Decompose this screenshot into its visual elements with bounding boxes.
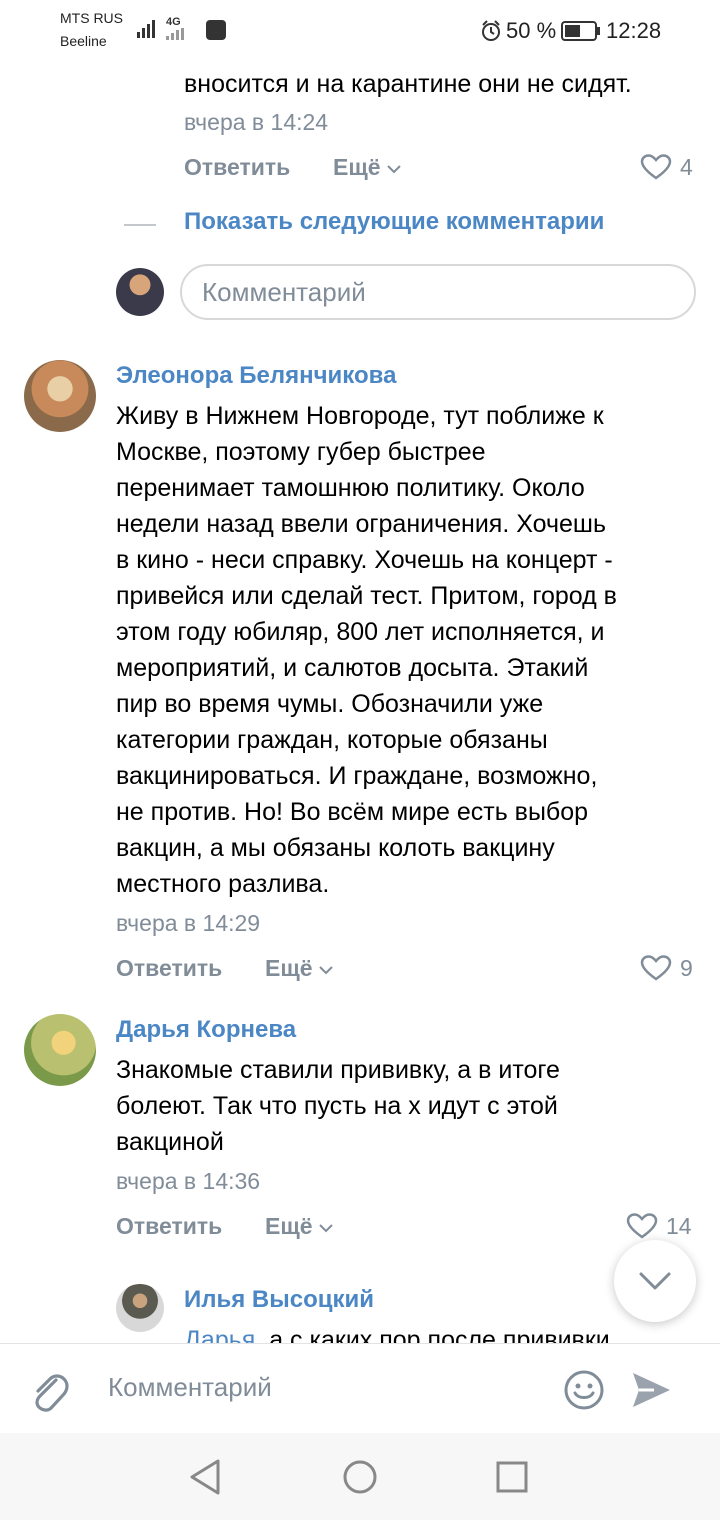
reply-text: Дарья, а с каких пор после прививки (184, 1322, 674, 1343)
comment-line: категории граждан, которые обязаны (116, 726, 548, 754)
more-label: Ещё (265, 955, 313, 981)
system-nav-bar (0, 1433, 720, 1520)
reply-button[interactable]: Ответить (116, 955, 222, 982)
avatar[interactable] (24, 1014, 96, 1086)
comment-line: мероприятий, и салютов досыта. Этакий (116, 654, 589, 682)
battery-percent: 50 % (506, 18, 557, 43)
like-count: 4 (680, 153, 693, 180)
comment-line: болеют. Так что пусть на х идут с этой (116, 1092, 558, 1120)
comment-text: Живу в Нижнем Новгороде, тут поближе к М… (116, 398, 617, 902)
like-button[interactable]: 4 (640, 153, 693, 181)
comment-time: вчера в 14:29 (116, 910, 261, 936)
comment-line: местного разлива. (116, 870, 330, 898)
comment-input[interactable]: Комментарий (108, 1372, 272, 1403)
reply-button[interactable]: Ответить (184, 154, 290, 181)
send-icon[interactable] (630, 1370, 672, 1410)
comment-line: этом году юбиляр, 800 лет исполняется, и (116, 618, 605, 646)
network-type: 4G (166, 16, 181, 28)
heart-icon (640, 154, 672, 180)
like-count: 9 (680, 954, 693, 981)
comment-line: перенимает тамошнюю политику. Около (116, 474, 585, 502)
comment-author[interactable]: Элеонора Белянчикова (116, 362, 396, 390)
clock: 12:28 (606, 18, 662, 43)
comment-composer: Комментарий (0, 1343, 720, 1434)
thread-comment-input[interactable]: Комментарий (180, 264, 696, 320)
comment-time: вчера в 14:36 (116, 1168, 261, 1194)
signal-2-icon (166, 28, 184, 40)
emoji-icon[interactable] (562, 1368, 606, 1412)
comment-line: в кино - неси справку. Хочешь на концерт… (116, 546, 613, 574)
chevron-down-icon (639, 1272, 671, 1290)
thread-line (124, 224, 156, 226)
heart-icon (626, 1213, 658, 1239)
heart-icon (640, 955, 672, 981)
alarm-icon (482, 20, 500, 41)
comment-line: вакциной (116, 1128, 224, 1156)
comment-line: не против. Но! Во всём мире есть выбор (116, 798, 589, 826)
reply-text-body: , а с каких пор после прививки (255, 1326, 610, 1343)
more-button[interactable]: Ещё (265, 1213, 333, 1240)
signal-icon (137, 20, 155, 38)
comment-author[interactable]: Дарья Корнева (116, 1016, 296, 1044)
more-button[interactable]: Ещё (265, 955, 333, 982)
my-avatar (116, 268, 164, 316)
comment-text-tail: вносится и на карантине они не сидят. (184, 70, 632, 98)
reply-button[interactable]: Ответить (116, 1213, 222, 1240)
carrier-1: MTS RUS (60, 10, 123, 26)
reply-author[interactable]: Илья Высоцкий (184, 1286, 374, 1314)
more-button[interactable]: Ещё (333, 154, 401, 181)
battery-icon (561, 21, 600, 41)
like-count: 14 (666, 1212, 692, 1239)
like-button[interactable]: 14 (626, 1212, 692, 1240)
reply-avatar[interactable] (116, 1284, 164, 1332)
comment-time: вчера в 14:24 (184, 109, 329, 135)
back-icon[interactable] (188, 1457, 222, 1497)
comment-line: вакцинироваться. И граждане, возможно, (116, 762, 598, 790)
chevron-down-icon (387, 165, 401, 174)
clip-icon[interactable] (26, 1368, 72, 1414)
show-more-comments-link[interactable]: Показать следующие комментарии (184, 208, 604, 236)
avatar[interactable] (24, 360, 96, 432)
thread-comment-placeholder: Комментарий (202, 277, 366, 307)
comment-line: вакцин, а мы обязаны колоть вакцину (116, 834, 555, 862)
comment-line: Живу в Нижнем Новгороде, тут поближе к (116, 402, 604, 430)
more-label: Ещё (333, 154, 381, 180)
comment-text: Знакомые ставили прививку, а в итоге бол… (116, 1052, 560, 1160)
reply-mention[interactable]: Дарья (184, 1326, 255, 1343)
home-icon[interactable] (342, 1459, 378, 1495)
comment-line: привейся или сделай тест. Притом, город … (116, 582, 617, 610)
more-label: Ещё (265, 1213, 313, 1239)
chevron-down-icon (319, 1224, 333, 1233)
like-button[interactable]: 9 (640, 954, 693, 982)
comment-line: недели назад ввели ограничения. Хочешь (116, 510, 606, 538)
scroll-down-button[interactable] (614, 1240, 696, 1322)
chevron-down-icon (319, 966, 333, 975)
comment-line: Знакомые ставили прививку, а в итоге (116, 1056, 560, 1084)
comment-line: Москве, поэтому губер быстрее (116, 438, 486, 466)
comment-line: пир во время чумы. Обозначили уже (116, 690, 544, 718)
app-notification-icon (206, 20, 226, 40)
carrier-2: Beeline (60, 33, 107, 49)
status-bar: MTS RUS Beeline 4G 50 % 12:28 (0, 0, 720, 62)
recents-icon[interactable] (496, 1461, 528, 1493)
